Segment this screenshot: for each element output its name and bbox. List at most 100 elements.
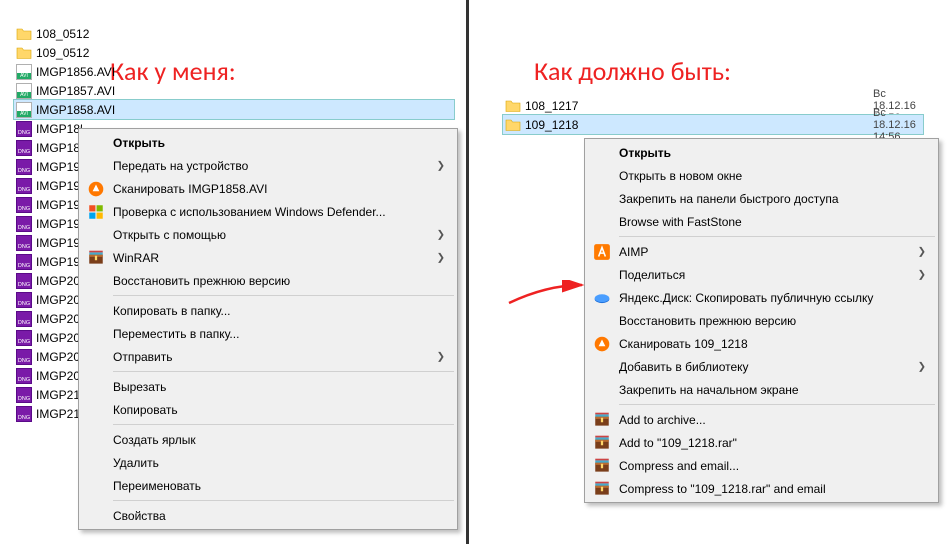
dng-file-icon <box>16 197 32 213</box>
winrar-icon <box>593 457 611 475</box>
menu-item[interactable]: Создать ярлык <box>81 428 455 451</box>
menu-item-label: Создать ярлык <box>113 433 196 447</box>
right-pane: Как должно быть: 108_1217Вс 18.12.16 14:… <box>469 0 951 544</box>
menu-item-label: Удалить <box>113 456 159 470</box>
file-row[interactable]: 109_1218Вс 18.12.16 14:56Папка с файлами <box>503 115 923 134</box>
file-name: IMGP1858.AVI <box>36 103 115 117</box>
menu-separator <box>619 404 935 405</box>
file-row[interactable]: IMGP1858.AVI <box>14 100 454 119</box>
menu-item[interactable]: Копировать в папку... <box>81 299 455 322</box>
menu-item-label: Открыть с помощью <box>113 228 226 242</box>
menu-item-label: Восстановить прежнюю версию <box>619 314 796 328</box>
menu-item-label: Копировать <box>113 403 178 417</box>
file-row[interactable]: IMGP1857.AVI <box>14 81 454 100</box>
context-menu-left[interactable]: Открыть Передать на устройство ❯ Сканироват… <box>78 128 458 530</box>
menu-separator <box>113 371 454 372</box>
menu-item[interactable]: Переместить в папку... <box>81 322 455 345</box>
menu-item-label: Открыть <box>113 136 165 150</box>
menu-item[interactable]: Browse with FastStone <box>587 210 936 233</box>
menu-item[interactable]: Compress and email... <box>587 454 936 477</box>
file-name: IMGP1857.AVI <box>36 84 115 98</box>
file-name: IMGP2146.DNG <box>36 407 82 421</box>
menu-item[interactable]: Проверка с использованием Windows Defend… <box>81 200 455 223</box>
menu-item-label: Передать на устройство <box>113 159 248 173</box>
folder-icon <box>505 117 521 133</box>
menu-item[interactable]: Закрепить на панели быстрого доступа <box>587 187 936 210</box>
menu-item-label: Закрепить на начальном экране <box>619 383 799 397</box>
file-row[interactable]: 108_1217Вс 18.12.16 14:56Папка с файлами <box>503 96 923 115</box>
winrar-icon <box>593 480 611 498</box>
submenu-arrow-icon: ❯ <box>918 269 926 280</box>
menu-item[interactable]: Открыть в новом окне <box>587 164 936 187</box>
defender-icon <box>87 203 105 221</box>
menu-separator <box>113 500 454 501</box>
menu-item-label: Add to "109_1218.rar" <box>619 436 737 450</box>
menu-item[interactable]: Удалить <box>81 451 455 474</box>
menu-item[interactable]: Копировать <box>81 398 455 421</box>
menu-item[interactable]: Сканировать 109_1218 <box>587 332 936 355</box>
menu-item[interactable]: Открыть с помощью❯ <box>81 223 455 246</box>
menu-item-label: Открыть <box>619 146 671 160</box>
menu-item-label: Compress and email... <box>619 459 739 473</box>
menu-item[interactable]: Отправить❯ <box>81 345 455 368</box>
menu-item[interactable]: Add to archive... <box>587 408 936 431</box>
file-name: IMGP2060.DNG <box>36 369 82 383</box>
folder-icon <box>505 98 521 114</box>
dng-file-icon <box>16 330 32 346</box>
menu-item[interactable]: Compress to "109_1218.rar" and email <box>587 477 936 500</box>
dng-file-icon <box>16 235 32 251</box>
menu-separator <box>113 424 454 425</box>
dng-file-icon <box>16 368 32 384</box>
submenu-arrow-icon: ❯ <box>918 246 926 257</box>
file-name: IMGP1860.DNG <box>36 141 82 155</box>
file-name: IMGP2057.DNG <box>36 331 82 345</box>
menu-item-label: Поделиться <box>619 268 685 282</box>
menu-item-label: Compress to "109_1218.rar" and email <box>619 482 826 496</box>
menu-item[interactable]: Яндекс.Диск: Скопировать публичную ссылк… <box>587 286 936 309</box>
menu-item-label: AIMP <box>619 245 648 259</box>
menu-item-label: Add to archive... <box>619 413 706 427</box>
file-row[interactable]: 108_0512 <box>14 24 454 43</box>
menu-item[interactable]: Переименовать <box>81 474 455 497</box>
menu-item[interactable]: Восстановить прежнюю версию <box>81 269 455 292</box>
submenu-arrow-icon: ❯ <box>437 160 445 171</box>
file-name: IMGP2142.DNG <box>36 388 82 402</box>
menu-item-label: Переименовать <box>113 479 201 493</box>
file-name: 108_0512 <box>36 27 89 41</box>
menu-item[interactable]: Восстановить прежнюю версию <box>587 309 936 332</box>
file-row[interactable]: IMGP1856.AVI <box>14 62 454 81</box>
menu-item[interactable]: Открыть <box>587 141 936 164</box>
dng-file-icon <box>16 406 32 422</box>
context-menu-right[interactable]: ОткрытьОткрыть в новом окнеЗакрепить на … <box>584 138 939 503</box>
file-name: IMGP1942.DNG <box>36 198 82 212</box>
menu-item-label: Добавить в библиотеку <box>619 360 749 374</box>
menu-item-label: Копировать в папку... <box>113 304 231 318</box>
file-list-right: 108_1217Вс 18.12.16 14:56Папка с файлами… <box>503 96 923 134</box>
yadisk-icon <box>593 289 611 307</box>
winrar-icon <box>593 411 611 429</box>
menu-item[interactable]: Сканировать IMGP1858.AVI <box>81 177 455 200</box>
menu-item[interactable]: Поделиться ❯ <box>587 263 936 286</box>
menu-item[interactable]: Добавить в библиотеку❯ <box>587 355 936 378</box>
dng-file-icon <box>16 216 32 232</box>
file-row[interactable]: 109_0512 <box>14 43 454 62</box>
menu-item-label: Отправить <box>113 350 173 364</box>
menu-item[interactable]: AIMP ❯ <box>587 240 936 263</box>
folder-icon <box>16 45 32 61</box>
dng-file-icon <box>16 159 32 175</box>
menu-item[interactable]: Открыть <box>81 131 455 154</box>
menu-item[interactable]: Вырезать <box>81 375 455 398</box>
file-name: IMGP1856.AVI <box>36 65 115 79</box>
file-name: IMGP2059.DNG <box>36 350 82 364</box>
avast-icon <box>593 335 611 353</box>
dng-file-icon <box>16 387 32 403</box>
menu-item-label: Сканировать 109_1218 <box>619 337 748 351</box>
avast-icon <box>87 180 105 198</box>
menu-item[interactable]: Add to "109_1218.rar" <box>587 431 936 454</box>
dng-file-icon <box>16 121 32 137</box>
menu-item[interactable]: Передать на устройство ❯ <box>81 154 455 177</box>
arrow-annotation-icon <box>507 280 587 305</box>
menu-item[interactable]: Закрепить на начальном экране <box>587 378 936 401</box>
menu-item[interactable]: Свойства <box>81 504 455 527</box>
menu-item[interactable]: WinRAR❯ <box>81 246 455 269</box>
